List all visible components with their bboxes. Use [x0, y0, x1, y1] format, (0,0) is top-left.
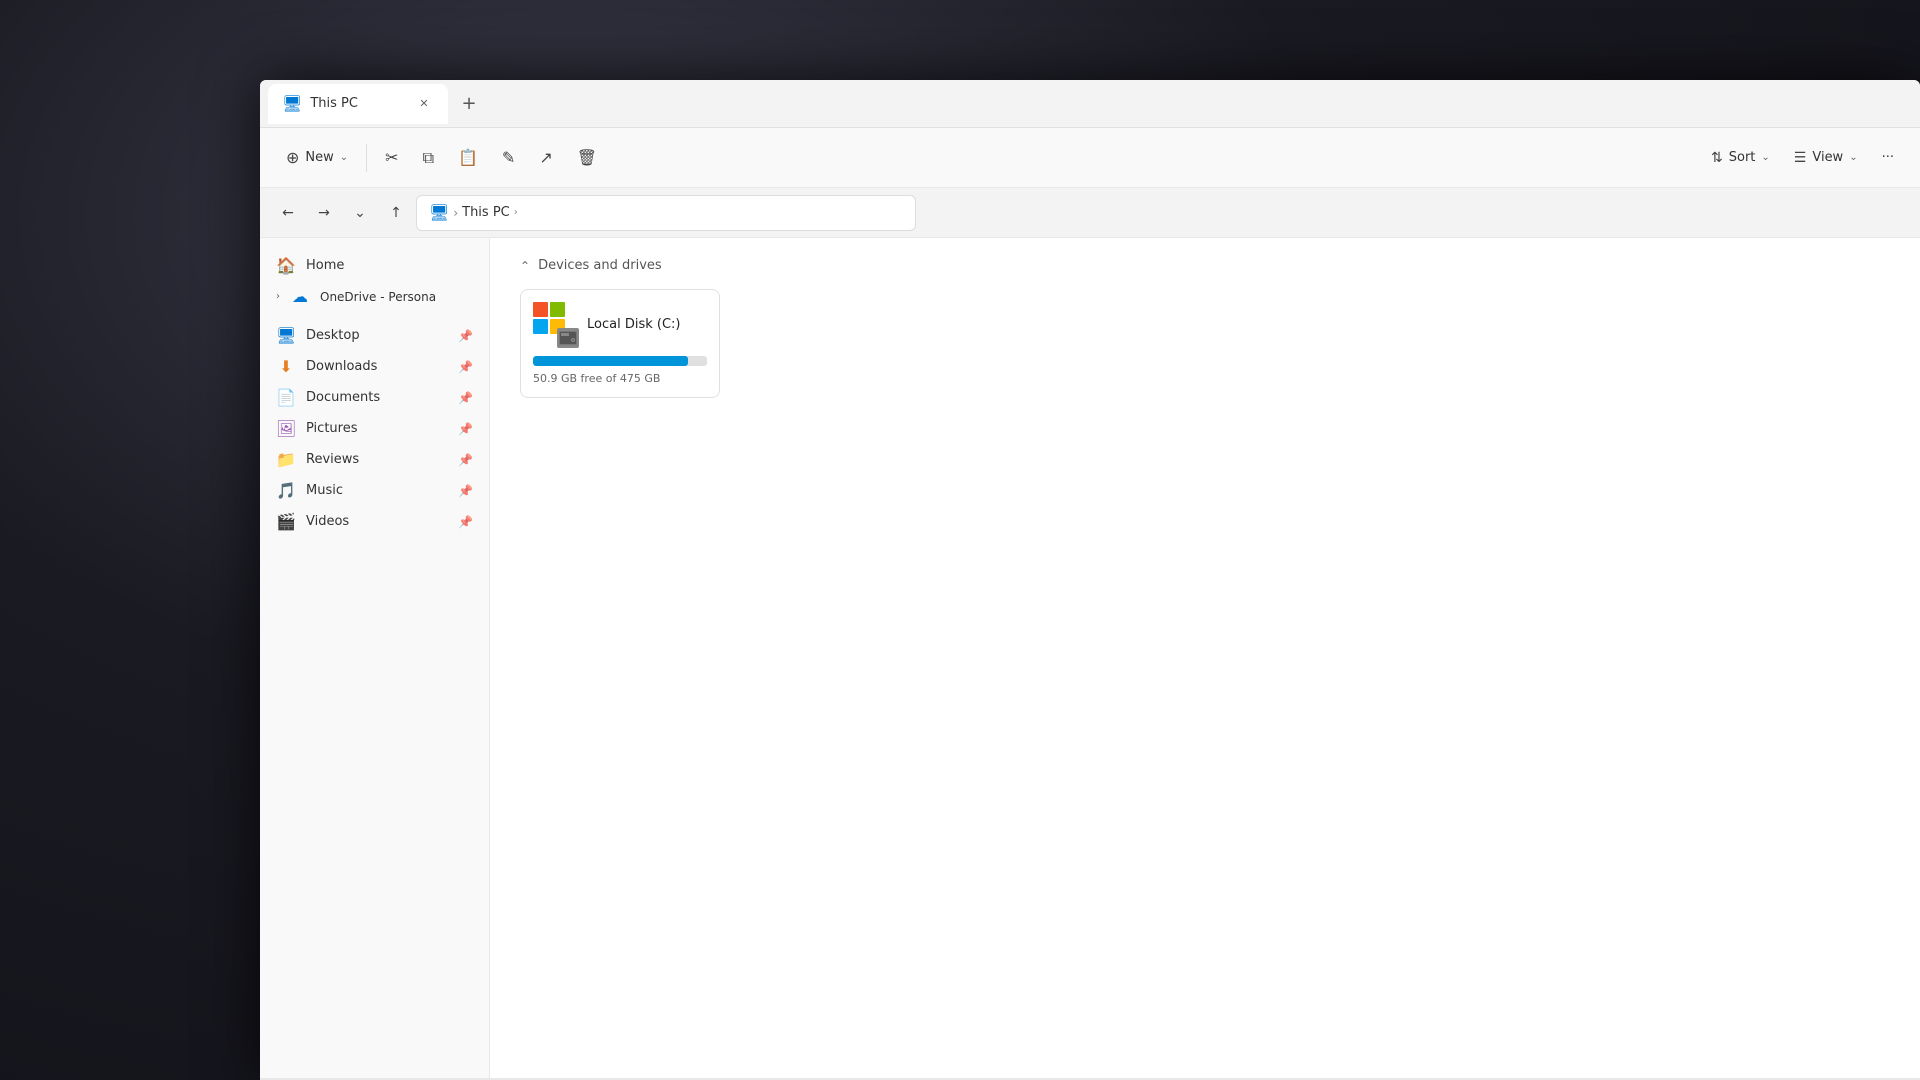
drive-item-c[interactable]: Local Disk (C:) 50.9 GB free of 475 GB [520, 289, 720, 398]
new-icon: ⊕ [286, 148, 299, 167]
breadcrumb-end-arrow: › [514, 207, 518, 218]
onedrive-icon: ☁ [290, 287, 310, 306]
more-label: ··· [1882, 150, 1894, 165]
drive-icon-wrap [533, 302, 577, 346]
back-icon: ← [282, 205, 294, 221]
documents-icon: 📄 [276, 388, 296, 407]
copy-button[interactable]: ⧉ [413, 139, 444, 177]
title-bar: 🖥 This PC ✕ + [260, 80, 1920, 128]
forward-button[interactable]: → [308, 197, 340, 229]
toolbar-separator-1 [366, 144, 367, 172]
up-button[interactable]: ↑ [380, 197, 412, 229]
drive-progress-bar [533, 356, 707, 366]
sidebar-item-pictures[interactable]: 🖼 Pictures 📌 [260, 413, 489, 444]
paste-button[interactable]: 📋 [448, 139, 488, 177]
music-icon: 🎵 [276, 481, 296, 500]
downloads-pin-icon: 📌 [458, 360, 473, 374]
tab-folder-icon: 🖥 [282, 94, 302, 113]
new-button[interactable]: ⊕ New ⌄ [276, 139, 358, 177]
videos-pin-icon: 📌 [458, 515, 473, 529]
sidebar-pictures-label: Pictures [306, 421, 357, 436]
toolbar-right: ⇅ Sort ⌄ ☰ View ⌄ ··· [1701, 139, 1904, 177]
sort-icon: ⇅ [1711, 150, 1723, 166]
cut-icon: ✂ [385, 148, 398, 167]
reviews-pin-icon: 📌 [458, 453, 473, 467]
sidebar-reviews-label: Reviews [306, 452, 359, 467]
downloads-icon: ⬇ [276, 357, 296, 376]
sidebar-item-documents[interactable]: 📄 Documents 📌 [260, 382, 489, 413]
sidebar-documents-label: Documents [306, 390, 380, 405]
sidebar-item-music[interactable]: 🎵 Music 📌 [260, 475, 489, 506]
new-tab-button[interactable]: + [452, 87, 486, 121]
sidebar-home-label: Home [306, 258, 344, 273]
breadcrumb-this-pc: This PC [462, 205, 510, 220]
sidebar-item-videos[interactable]: 🎬 Videos 📌 [260, 506, 489, 537]
sidebar-item-onedrive[interactable]: › ☁ OneDrive - Persona [260, 281, 489, 312]
rename-icon: ✎ [502, 148, 515, 167]
view-icon: ☰ [1794, 150, 1807, 166]
sidebar-onedrive-label: OneDrive - Persona [320, 290, 436, 304]
nav-bar: ← → ⌄ ↑ 🖥 › This PC › [260, 188, 1920, 238]
view-chevron: ⌄ [1849, 152, 1857, 163]
reviews-icon: 📁 [276, 450, 296, 469]
copy-icon: ⧉ [423, 148, 434, 168]
paste-icon: 📋 [458, 148, 478, 167]
cut-button[interactable]: ✂ [375, 139, 408, 177]
main-area: 🏠 Home › ☁ OneDrive - Persona 🖥 Desktop … [260, 238, 1920, 1078]
drive-name: Local Disk (C:) [587, 317, 680, 332]
sidebar-item-home[interactable]: 🏠 Home [260, 250, 489, 281]
breadcrumb-home-icon: 🖥 [429, 203, 449, 222]
delete-icon: 🗑 [577, 148, 597, 167]
new-label: New [305, 150, 333, 165]
forward-icon: → [318, 205, 330, 221]
sidebar-desktop-label: Desktop [306, 328, 360, 343]
drive-header: Local Disk (C:) [533, 302, 707, 346]
disk-icon [557, 328, 579, 348]
section-title: Devices and drives [538, 258, 662, 273]
onedrive-chevron: › [276, 291, 280, 302]
sort-label: Sort [1729, 150, 1756, 165]
home-icon: 🏠 [276, 256, 296, 275]
toolbar: ⊕ New ⌄ ✂ ⧉ 📋 ✎ ↗ 🗑 ⇅ Sort ⌄ [260, 128, 1920, 188]
sidebar-item-desktop[interactable]: 🖥 Desktop 📌 [260, 320, 489, 351]
rename-button[interactable]: ✎ [492, 139, 525, 177]
breadcrumb[interactable]: 🖥 › This PC › [416, 195, 916, 231]
view-button[interactable]: ☰ View ⌄ [1784, 139, 1868, 177]
content-area: ⌃ Devices and drives [490, 238, 1920, 1078]
sidebar: 🏠 Home › ☁ OneDrive - Persona 🖥 Desktop … [260, 238, 490, 1078]
back-button[interactable]: ← [272, 197, 304, 229]
section-chevron[interactable]: ⌃ [520, 259, 530, 273]
view-label: View [1812, 150, 1843, 165]
share-button[interactable]: ↗ [529, 139, 562, 177]
new-chevron: ⌄ [340, 152, 348, 163]
breadcrumb-sep-1: › [453, 206, 458, 220]
documents-pin-icon: 📌 [458, 391, 473, 405]
sidebar-music-label: Music [306, 483, 343, 498]
tab-close-button[interactable]: ✕ [414, 94, 434, 114]
pictures-icon: 🖼 [276, 419, 296, 438]
music-pin-icon: 📌 [458, 484, 473, 498]
drive-progress-fill [533, 356, 688, 366]
sidebar-item-reviews[interactable]: 📁 Reviews 📌 [260, 444, 489, 475]
section-header: ⌃ Devices and drives [520, 258, 1890, 273]
videos-icon: 🎬 [276, 512, 296, 531]
desktop-icon: 🖥 [276, 326, 296, 345]
more-button[interactable]: ··· [1872, 139, 1904, 177]
tab-title-text: This PC [310, 96, 406, 111]
delete-button[interactable]: 🗑 [567, 139, 607, 177]
up-icon: ↑ [390, 205, 402, 221]
dropdown-icon: ⌄ [354, 205, 366, 221]
drive-space-label: 50.9 GB free of 475 GB [533, 372, 707, 385]
sidebar-item-downloads[interactable]: ⬇ Downloads 📌 [260, 351, 489, 382]
sidebar-videos-label: Videos [306, 514, 349, 529]
active-tab[interactable]: 🖥 This PC ✕ [268, 84, 448, 124]
desktop-pin-icon: 📌 [458, 329, 473, 343]
sidebar-downloads-label: Downloads [306, 359, 377, 374]
share-icon: ↗ [539, 148, 552, 167]
sort-chevron: ⌄ [1761, 152, 1769, 163]
dropdown-button[interactable]: ⌄ [344, 197, 376, 229]
pictures-pin-icon: 📌 [458, 422, 473, 436]
sort-button[interactable]: ⇅ Sort ⌄ [1701, 139, 1780, 177]
